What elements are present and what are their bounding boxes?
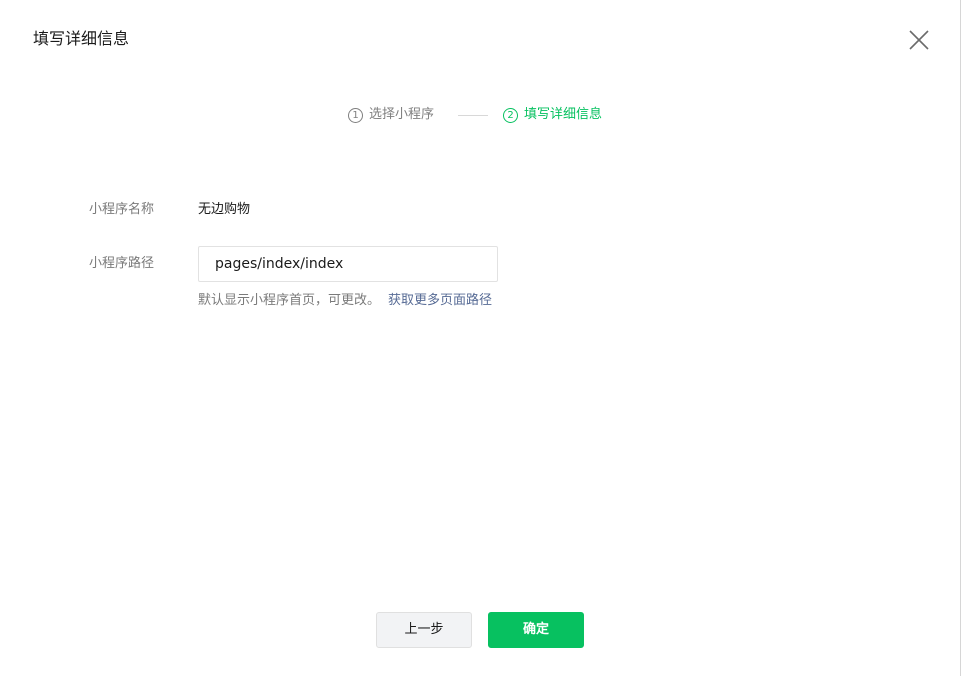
dialog: 填写详细信息 1 选择小程序 2 填写详细信息 小程序名称 无边购物 小程序路径… [0,0,961,676]
more-page-paths-link[interactable]: 获取更多页面路径 [388,293,492,308]
miniprogram-path-input[interactable] [198,246,498,282]
path-hint-text: 默认显示小程序首页，可更改。 [198,293,381,308]
miniprogram-path-label: 小程序路径 [89,256,155,271]
confirm-button[interactable]: 确定 [488,612,584,648]
step-select-miniprogram: 1 选择小程序 [348,103,434,127]
dialog-title: 填写详细信息 [33,29,130,48]
step-number-1: 1 [348,107,363,123]
close-icon [909,30,929,50]
path-hint: 默认显示小程序首页，可更改。 获取更多页面路径 [198,291,492,311]
step-label-2: 填写详细信息 [524,107,603,122]
step-label-1: 选择小程序 [369,107,435,122]
close-button[interactable] [906,27,932,53]
miniprogram-name-label: 小程序名称 [89,202,155,217]
step-number-2: 2 [503,107,518,123]
miniprogram-name-value: 无边购物 [198,202,251,217]
steps-indicator: 1 选择小程序 2 填写详细信息 [0,103,961,127]
step-divider [458,115,488,116]
previous-step-button[interactable]: 上一步 [376,612,472,648]
step-fill-details: 2 填写详细信息 [503,103,602,127]
